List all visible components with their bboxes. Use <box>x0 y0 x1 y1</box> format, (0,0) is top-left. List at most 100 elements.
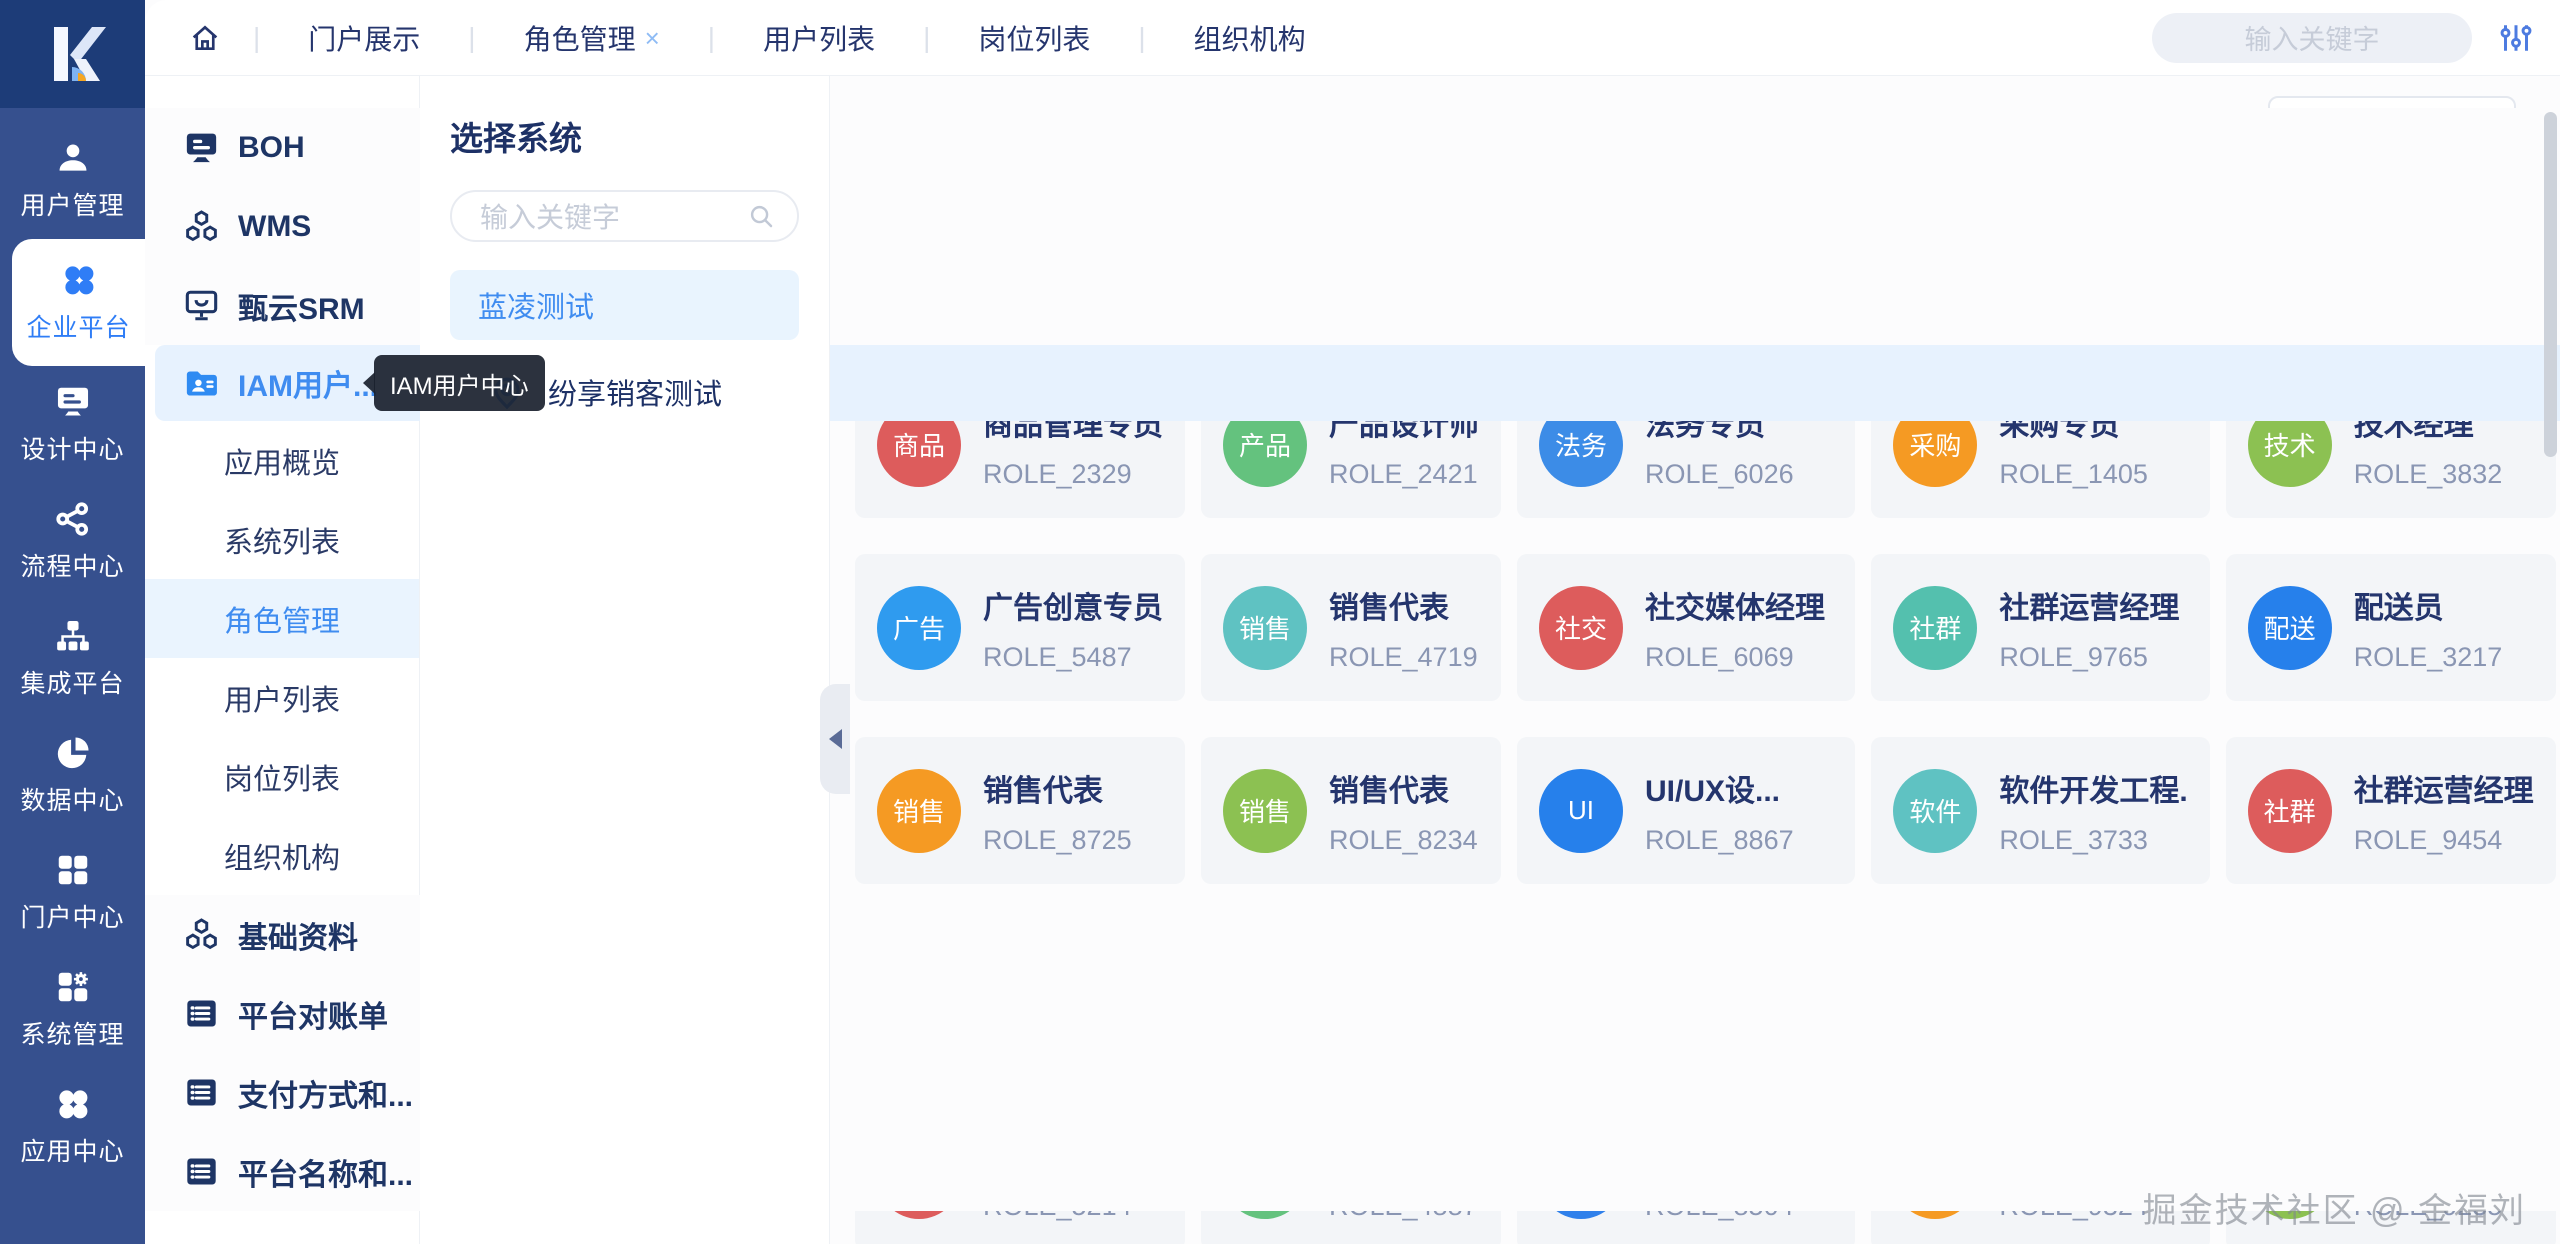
role-name: 社交媒体经理 <box>1645 583 1825 627</box>
panel-collapse-handle[interactable] <box>820 684 850 794</box>
role-meta: 销售代表 ROLE_8725 <box>983 766 1132 856</box>
sidebar-item-label: 平台对账单 <box>238 992 388 1036</box>
rail-item-label: 流程中心 <box>20 547 124 583</box>
sidebar-item[interactable]: 岗位列表 <box>145 737 419 816</box>
rail-item-label: 设计中心 <box>20 430 124 466</box>
sidebar-item[interactable]: 系统列表 <box>145 500 419 579</box>
tab-wrap: | 岗位列表 <box>897 9 1112 67</box>
role-code: ROLE_8234 <box>1329 825 1478 856</box>
avatar-initials: 软件 <box>1909 792 1961 829</box>
role-code: ROLE_9765 <box>1999 642 2179 673</box>
rail-item[interactable]: 设计中心 <box>0 366 145 483</box>
system-item-selected[interactable]: 蓝凌测试 <box>450 270 799 340</box>
role-card[interactable]: UI UI/UX设... ROLE_8867 <box>1517 737 1855 884</box>
sidebar-item[interactable]: 组织机构 <box>145 816 419 895</box>
role-card[interactable]: 社交 社交媒体经理 ROLE_6069 <box>1517 554 1855 701</box>
role-code: ROLE_5487 <box>983 642 1163 673</box>
sidebar-item-label: 角色管理 <box>224 598 340 640</box>
role-card[interactable]: 广告 广告创意专员 ROLE_5487 <box>855 554 1185 701</box>
nav-tab[interactable]: 角色管理 × <box>502 9 682 67</box>
role-name: UI/UX设... <box>1645 766 1794 810</box>
tab-divider: | <box>253 22 260 54</box>
avatar: 销售 <box>1223 586 1307 670</box>
role-card[interactable]: 销售 销售代表 ROLE_8234 <box>1201 737 1501 884</box>
nav-tab[interactable]: 门户展示 <box>286 9 442 67</box>
role-name: 销售代表 <box>1329 583 1478 627</box>
rail-item-icon <box>54 1085 92 1123</box>
home-icon[interactable] <box>189 22 221 54</box>
topbar-right: 输入关键字 <box>2152 13 2534 63</box>
role-card[interactable]: 软件 软件开发工程. ROLE_3733 <box>1871 737 2209 884</box>
tab-close-icon[interactable]: × <box>645 25 660 51</box>
avatar-initials: 销售 <box>1239 792 1291 829</box>
role-card[interactable]: 社群 社群运营经理 ROLE_9454 <box>2226 737 2556 884</box>
vertical-scrollbar[interactable] <box>2544 100 2557 1234</box>
tab-wrap: | 用户列表 <box>682 9 897 67</box>
role-meta: 配送员 ROLE_3217 <box>2354 583 2503 673</box>
search-icon <box>747 202 775 230</box>
sidebar-item-label: 岗位列表 <box>224 756 340 798</box>
sidebar-item-icon <box>183 287 220 324</box>
sidebar-item[interactable]: 角色管理 <box>145 579 419 658</box>
rail-item-icon <box>54 851 92 889</box>
rail-item[interactable]: 流程中心 <box>0 483 145 600</box>
system-search-placeholder: 输入关键字 <box>480 196 620 236</box>
rail-item[interactable]: 系统管理 <box>0 951 145 1068</box>
avatar-initials: 社交 <box>1555 609 1607 646</box>
role-code: ROLE_8867 <box>1645 825 1794 856</box>
avatar-initials: 法务 <box>1555 426 1607 463</box>
system-search-input[interactable]: 输入关键字 <box>450 190 799 242</box>
sidebar-item-icon <box>183 916 220 953</box>
rail-item-label: 企业平台 <box>26 308 130 344</box>
sidebar-item[interactable]: 用户列表 <box>145 658 419 737</box>
sidebar-item[interactable]: 应用概览 <box>145 421 419 500</box>
rail-item[interactable]: 应用中心 <box>0 1068 145 1185</box>
global-search-input[interactable]: 输入关键字 <box>2152 13 2472 63</box>
rail-item[interactable]: 数据中心 <box>0 717 145 834</box>
scrollbar-thumb[interactable] <box>2544 112 2557 457</box>
role-card[interactable]: 社群 社群运营经理 ROLE_9765 <box>1871 554 2209 701</box>
primary-nav-rail: 用户管理 企业平台 设计中心 流程中心 集成平台 数据中心 <box>0 0 145 1244</box>
nav-tab[interactable]: 岗位列表 <box>956 9 1112 67</box>
nav-tab[interactable]: 用户列表 <box>741 9 897 67</box>
rail-item-icon <box>54 617 92 655</box>
rail-item[interactable]: 企业平台 <box>12 239 145 366</box>
role-card[interactable]: 销售 销售代表 ROLE_4719 <box>1201 554 1501 701</box>
role-meta: 销售代表 ROLE_4719 <box>1329 583 1478 673</box>
system-panel-title: 选择系统 <box>450 112 799 160</box>
tab-label: 组织机构 <box>1194 18 1306 58</box>
system-panel: 选择系统 输入关键字 蓝凌测试 纷享销客测试 <box>420 76 830 1244</box>
role-card[interactable]: 配送 配送员 ROLE_3217 <box>2226 554 2556 701</box>
nav-tab[interactable]: 组织机构 <box>1172 9 1328 67</box>
avatar-initials: 广告 <box>893 609 945 646</box>
tab-wrap: | 组织机构 <box>1112 9 1327 67</box>
tab-label: 门户展示 <box>308 18 420 58</box>
role-name: 配送员 <box>2354 583 2503 627</box>
avatar: 广告 <box>877 586 961 670</box>
sidebar-item-label: 系统列表 <box>224 519 340 561</box>
role-code: ROLE_3832 <box>2354 459 2503 490</box>
tab-bar: | 门户展示 | 角色管理 × | 用户列表 <box>227 9 1328 67</box>
rail-item-icon <box>54 968 92 1006</box>
rail-item-icon <box>60 261 98 299</box>
app-logo[interactable] <box>0 0 145 108</box>
filter-sliders-icon[interactable] <box>2498 20 2534 56</box>
topbar: | 门户展示 | 角色管理 × | 用户列表 <box>145 0 2560 76</box>
rail-item[interactable]: 集成平台 <box>0 600 145 717</box>
avatar: 社交 <box>1539 586 1623 670</box>
tab-divider: | <box>1138 22 1145 54</box>
avatar: 社群 <box>2248 769 2332 853</box>
watermark-text: 掘金技术社区 @ 金福刘 <box>2143 1183 2526 1232</box>
sidebar-item-label: 组织机构 <box>224 835 340 877</box>
sidebar-item-label: 平台名称和... <box>238 1150 413 1194</box>
app-window: 用户管理 企业平台 设计中心 流程中心 集成平台 数据中心 <box>0 0 2560 1244</box>
tab-divider: | <box>468 22 475 54</box>
rail-item-label: 应用中心 <box>20 1132 124 1168</box>
avatar-initials: 配送 <box>2264 609 2316 646</box>
rail-item[interactable]: 用户管理 <box>0 122 145 239</box>
avatar-initials: 社群 <box>2264 792 2316 829</box>
role-card[interactable]: 销售 销售代表 ROLE_8725 <box>855 737 1185 884</box>
role-code: ROLE_6069 <box>1645 642 1825 673</box>
rail-item[interactable]: 门户中心 <box>0 834 145 951</box>
role-code: ROLE_6026 <box>1645 459 1794 490</box>
